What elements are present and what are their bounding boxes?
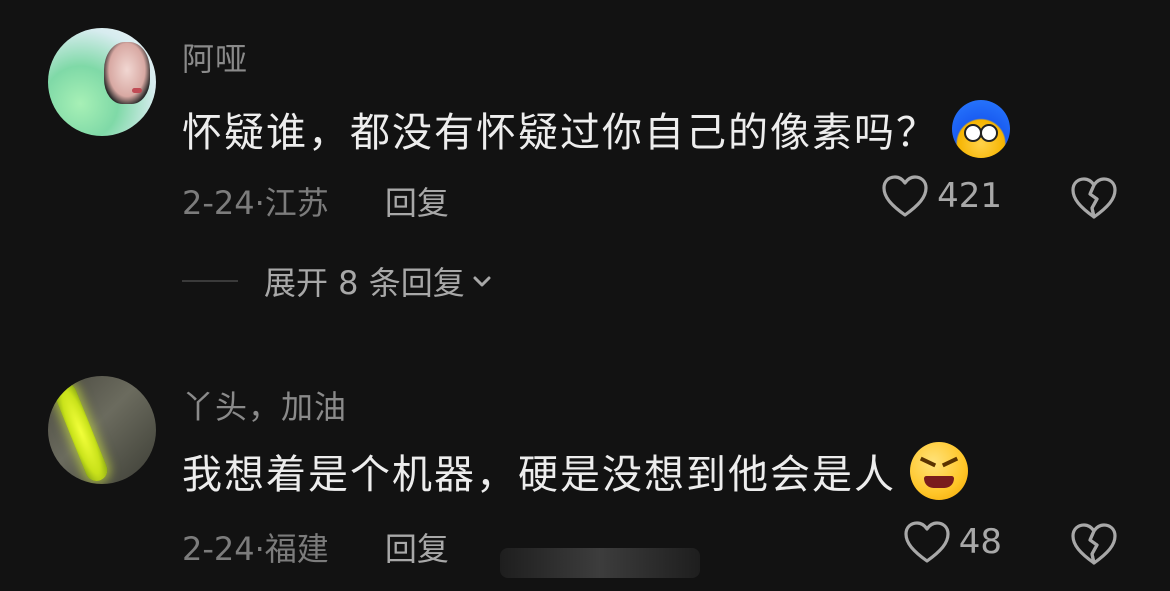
comment-text: 我想着是个机器，硬是没想到他会是人 xyxy=(182,452,896,498)
reply-button[interactable]: 回复 xyxy=(385,178,449,224)
broken-heart-icon xyxy=(1071,523,1117,565)
reply-button[interactable]: 回复 xyxy=(385,524,449,570)
avatar-face xyxy=(104,42,150,104)
comment-text: 怀疑谁，都没有怀疑过你自己的像素吗？ xyxy=(182,110,938,156)
expand-replies-button[interactable]: 展开 8 条回复 xyxy=(182,258,493,304)
dislike-button[interactable] xyxy=(1070,522,1118,570)
broken-heart-icon xyxy=(1071,177,1117,219)
chevron-down-icon xyxy=(473,276,491,287)
dislike-button[interactable] xyxy=(1070,176,1118,224)
date-location: 2-24·福建 xyxy=(182,530,329,568)
like-count: 421 xyxy=(937,176,1002,216)
avatar-caterpillar xyxy=(51,379,111,484)
watermark-overlay xyxy=(500,548,700,578)
avatar-lip xyxy=(132,88,142,93)
comment-text-row: 我想着是个机器，硬是没想到他会是人 xyxy=(182,442,968,500)
heart-icon xyxy=(904,521,950,563)
avatar[interactable] xyxy=(48,376,156,484)
blue-hair-sticker-icon xyxy=(952,100,1010,158)
like-button[interactable]: 421 xyxy=(881,174,1002,218)
expand-replies-label: 展开 8 条回复 xyxy=(264,264,465,302)
username[interactable]: 丫头，加油 xyxy=(182,382,347,428)
like-button[interactable]: 48 xyxy=(903,520,1002,564)
username[interactable]: 阿哑 xyxy=(182,34,248,80)
avatar[interactable] xyxy=(48,28,156,136)
date-location: 2-24·江苏 xyxy=(182,184,329,222)
comment-meta: 2-24·江苏 回复 xyxy=(182,178,449,224)
comment-meta: 2-24·福建 回复 xyxy=(182,524,449,570)
angry-face-icon xyxy=(910,442,968,500)
divider-line xyxy=(182,280,238,282)
comment-text-row: 怀疑谁，都没有怀疑过你自己的像素吗？ xyxy=(182,100,1010,158)
like-count: 48 xyxy=(958,522,1002,562)
heart-icon xyxy=(882,175,928,217)
comment-item: 阿哑 怀疑谁，都没有怀疑过你自己的像素吗？ 2-24·江苏 回复 421 展开 … xyxy=(0,0,1170,302)
